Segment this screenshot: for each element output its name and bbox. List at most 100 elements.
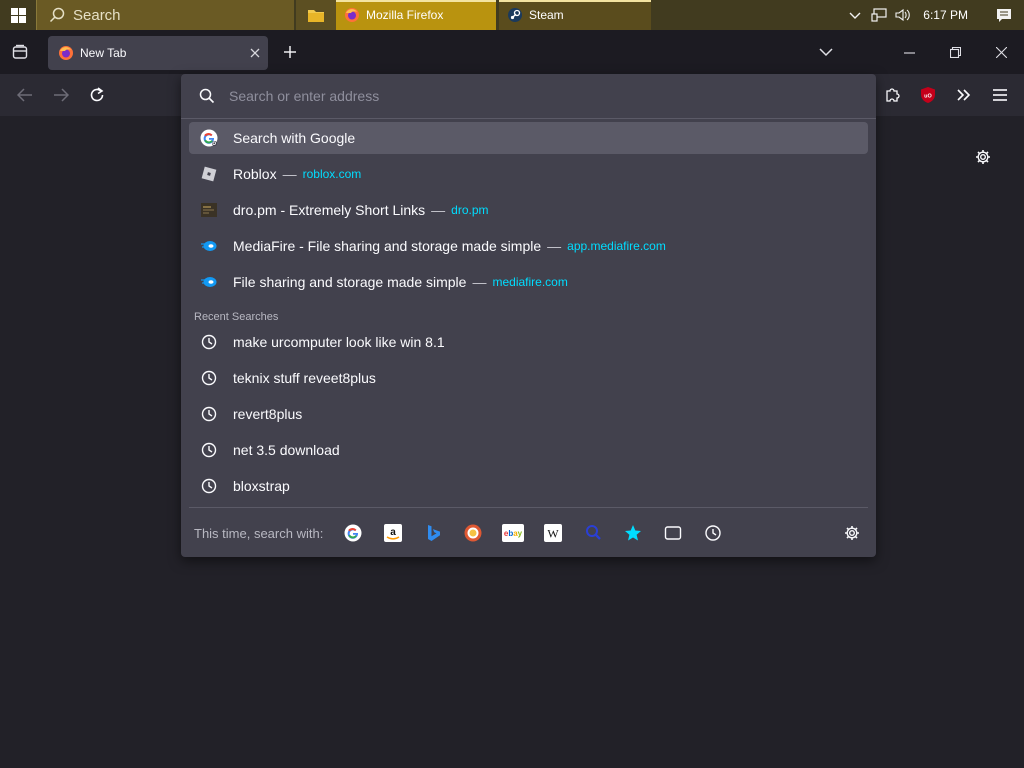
chevron-up-icon xyxy=(849,12,861,19)
firefox-view-button[interactable] xyxy=(4,38,36,66)
suggestion-row[interactable]: Roblox — roblox.com xyxy=(189,158,868,190)
wikipedia-icon[interactable]: W xyxy=(541,521,565,545)
minimize-button[interactable] xyxy=(886,38,932,66)
ublock-icon: uO xyxy=(921,87,935,103)
restore-button[interactable] xyxy=(932,38,978,66)
tab-title: New Tab xyxy=(80,46,127,60)
overflow-menu-button[interactable] xyxy=(949,80,979,110)
suggestion-row[interactable]: File sharing and storage made simple — m… xyxy=(189,266,868,298)
urlbar-divider xyxy=(181,118,876,119)
urlbar-input[interactable] xyxy=(229,88,829,104)
suggestion-url: dro.pm xyxy=(451,203,489,217)
forward-button[interactable] xyxy=(46,80,76,110)
arrow-right-icon xyxy=(54,88,69,102)
recent-search-label: net 3.5 download xyxy=(233,442,340,458)
suggestion-title: MediaFire - File sharing and storage mad… xyxy=(233,238,542,254)
clock-icon xyxy=(199,440,219,460)
heuristic-search-row[interactable]: Search with Google xyxy=(189,122,868,154)
firefox-icon xyxy=(59,46,73,60)
suggestion-url: roblox.com xyxy=(302,167,362,181)
taskbar-search-box[interactable]: Search xyxy=(36,0,294,30)
chevron-down-icon xyxy=(819,47,833,56)
search-history-icon[interactable] xyxy=(581,521,605,545)
svg-text:W: W xyxy=(548,527,560,541)
taskbar-app-label: Mozilla Firefox xyxy=(366,8,444,22)
tab-new-tab[interactable]: New Tab xyxy=(48,36,268,70)
recent-search-label: bloxstrap xyxy=(233,478,290,494)
recent-search-label: make urcomputer look like win 8.1 xyxy=(233,334,445,350)
customize-new-tab-button[interactable] xyxy=(971,145,995,169)
firefox-view-icon xyxy=(12,44,28,59)
arrow-left-icon xyxy=(17,88,32,102)
close-window-button[interactable] xyxy=(978,38,1024,66)
recent-search-row[interactable]: revert8plus xyxy=(189,398,868,430)
suggestion-separator: — xyxy=(472,274,487,290)
ublock-origin-button[interactable]: uO xyxy=(913,80,943,110)
app-menu-button[interactable] xyxy=(985,80,1015,110)
windows-taskbar: Search Mozilla Firefox Steam 6:17 PM xyxy=(0,0,1024,30)
puzzle-icon xyxy=(886,88,900,102)
recent-search-row[interactable]: teknix stuff reveet8plus xyxy=(189,362,868,394)
restore-icon xyxy=(949,46,961,58)
suggestion-title: File sharing and storage made simple xyxy=(233,274,467,290)
suggestion-row[interactable]: MediaFire - File sharing and storage mad… xyxy=(189,230,868,262)
one-off-divider xyxy=(189,507,868,508)
dropm-favicon-icon xyxy=(199,200,219,220)
suggestion-title: dro.pm - Extremely Short Links xyxy=(233,202,426,218)
hamburger-icon xyxy=(993,89,1007,101)
urlbar-dropdown: Search with Google Roblox — roblox.com d… xyxy=(181,74,876,557)
tab-close-button[interactable] xyxy=(242,40,268,66)
svg-text:ebay: ebay xyxy=(504,529,523,538)
action-center-button[interactable] xyxy=(984,0,1024,30)
network-tray-button[interactable] xyxy=(867,0,891,30)
recent-search-label: teknix stuff reveet8plus xyxy=(233,370,376,386)
recent-search-label: revert8plus xyxy=(233,406,303,422)
bookmarks-icon[interactable] xyxy=(621,521,645,545)
google-icon[interactable] xyxy=(341,521,365,545)
network-icon xyxy=(871,8,887,22)
show-hidden-icons-button[interactable] xyxy=(843,0,867,30)
suggestion-separator: — xyxy=(282,166,297,182)
google-icon xyxy=(199,128,219,148)
taskbar-file-explorer[interactable] xyxy=(296,0,336,30)
svg-text:uO: uO xyxy=(924,94,932,100)
recent-search-row[interactable]: net 3.5 download xyxy=(189,434,868,466)
close-icon xyxy=(995,46,1007,58)
bing-icon[interactable] xyxy=(421,521,445,545)
clock-icon xyxy=(199,476,219,496)
new-tab-button[interactable] xyxy=(276,38,304,66)
clock-icon xyxy=(199,368,219,388)
plus-icon xyxy=(284,46,296,58)
recent-search-row[interactable]: bloxstrap xyxy=(189,470,868,502)
reload-button[interactable] xyxy=(82,80,112,110)
steam-icon xyxy=(508,8,522,22)
back-button[interactable] xyxy=(10,80,40,110)
urlbar-input-row xyxy=(181,74,876,118)
recent-search-row[interactable]: make urcomputer look like win 8.1 xyxy=(189,326,868,358)
taskbar-app-firefox[interactable]: Mozilla Firefox xyxy=(336,0,496,30)
suggestion-row[interactable]: dro.pm - Extremely Short Links — dro.pm xyxy=(189,194,868,226)
taskbar-clock[interactable]: 6:17 PM xyxy=(923,8,968,22)
volume-tray-button[interactable] xyxy=(891,0,915,30)
mediafire-favicon-icon xyxy=(199,236,219,256)
notification-icon xyxy=(997,8,1011,22)
heuristic-label: Search with Google xyxy=(233,130,356,146)
extensions-button[interactable] xyxy=(878,80,908,110)
amazon-icon[interactable]: a xyxy=(381,521,405,545)
start-button[interactable] xyxy=(0,0,36,30)
volume-icon xyxy=(895,8,911,22)
suggestion-url: app.mediafire.com xyxy=(567,239,666,253)
ebay-icon[interactable]: ebay xyxy=(501,521,525,545)
svg-text:a: a xyxy=(391,527,397,538)
duckduckgo-icon[interactable] xyxy=(461,521,485,545)
one-off-search-bar: This time, search with: a ebay W xyxy=(181,515,876,551)
search-settings-button[interactable] xyxy=(840,521,864,545)
taskbar-app-steam[interactable]: Steam xyxy=(499,0,651,30)
tabs-icon[interactable] xyxy=(661,521,685,545)
gear-icon xyxy=(976,150,990,164)
history-icon[interactable] xyxy=(701,521,725,545)
minimize-icon xyxy=(903,51,915,54)
list-all-tabs-button[interactable] xyxy=(812,38,840,66)
double-chevron-right-icon xyxy=(957,89,971,101)
suggestion-separator: — xyxy=(431,202,446,218)
